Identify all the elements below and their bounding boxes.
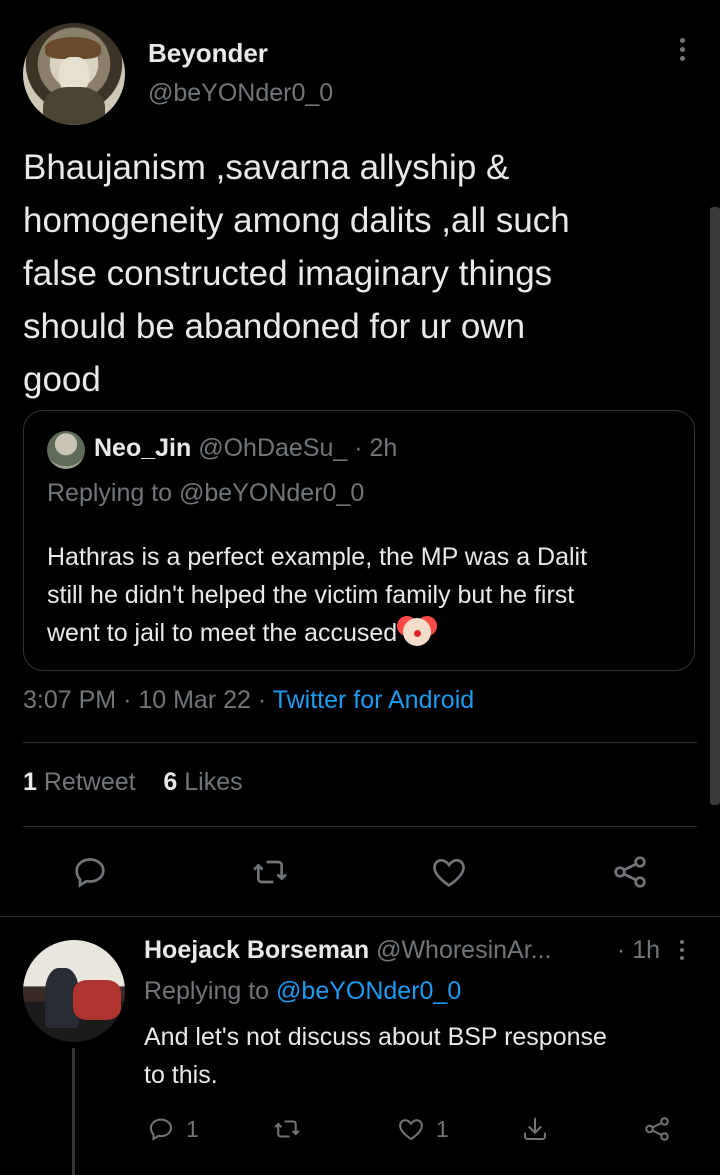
tweet-meta: 3:07 PM · 10 Mar 22 · Twitter for Androi… bbox=[23, 686, 474, 715]
quoted-tweet-header: Neo_Jin @OhDaeSu_ · 2h bbox=[94, 434, 397, 463]
separator-dot: · bbox=[354, 434, 363, 462]
quoted-author-name: Neo_Jin bbox=[94, 434, 192, 462]
tweet-time: 3:07 PM bbox=[23, 686, 117, 714]
reply-retweet-button[interactable] bbox=[272, 1113, 302, 1145]
divider bbox=[23, 826, 697, 827]
tweet-date: 10 Mar 22 bbox=[138, 686, 251, 714]
like-button[interactable] bbox=[429, 852, 469, 892]
engagement-stats: 1 Retweet 6 Likes bbox=[23, 768, 243, 797]
quoted-author-handle: @OhDaeSu_ bbox=[198, 434, 348, 462]
scrollbar[interactable] bbox=[710, 207, 720, 805]
reply-author-name[interactable]: Hoejack Borseman bbox=[144, 936, 369, 964]
quoted-tweet-age: 2h bbox=[369, 434, 398, 462]
share-icon bbox=[645, 1117, 669, 1141]
reply-bookmark-share-button[interactable] bbox=[520, 1113, 550, 1145]
tweet-source-link[interactable]: Twitter for Android bbox=[273, 686, 474, 714]
avatar-bike bbox=[73, 980, 121, 1020]
reply-header: Hoejack Borseman @WhoresinAr... bbox=[144, 936, 552, 965]
quoted-replying-to: Replying to @beYONder0_0 bbox=[47, 479, 365, 507]
reply-like-button[interactable]: 1 bbox=[396, 1113, 449, 1145]
separator-dot: · bbox=[123, 686, 132, 714]
reply-replying-to: Replying to @beYONder0_0 bbox=[144, 977, 462, 1005]
author-name[interactable]: Beyonder bbox=[148, 38, 268, 69]
thread-line bbox=[72, 1048, 75, 1175]
quoted-tweet-body: Hathras is a perfect example, the MP was… bbox=[47, 543, 588, 647]
reply-age: · 1h bbox=[617, 936, 661, 964]
reply-like-count: 1 bbox=[436, 1115, 449, 1142]
avatar-hat bbox=[45, 37, 101, 59]
reply-author-avatar[interactable] bbox=[23, 940, 125, 1042]
retweets-stat[interactable]: 1 Retweet bbox=[23, 768, 136, 796]
quoted-author-avatar bbox=[47, 431, 85, 469]
avatar-coat bbox=[43, 87, 105, 125]
heart-icon bbox=[433, 859, 465, 887]
clown-face-emoji-icon bbox=[403, 618, 432, 646]
reply-text: And let's not discuss about BSP response… bbox=[144, 1023, 607, 1089]
divider bbox=[23, 742, 697, 743]
reply-share-button[interactable] bbox=[642, 1113, 672, 1145]
retweet-icon bbox=[274, 1120, 300, 1138]
separator-dot: · bbox=[257, 686, 267, 714]
retweet-button[interactable] bbox=[250, 852, 290, 892]
likes-stat[interactable]: 6 Likes bbox=[163, 768, 242, 796]
quoted-tweet-text: Hathras is a perfect example, the MP was… bbox=[47, 538, 677, 652]
reply-button[interactable] bbox=[70, 852, 110, 892]
author-avatar[interactable] bbox=[23, 23, 125, 125]
tweet-text: Bhaujanism ,savarna allyship & homogenei… bbox=[23, 148, 570, 399]
author-handle[interactable]: @beYONder0_0 bbox=[148, 79, 333, 108]
heart-icon bbox=[399, 1119, 423, 1141]
reply-more-options-icon[interactable] bbox=[677, 940, 687, 968]
retweet-icon bbox=[253, 860, 287, 884]
share-icon bbox=[614, 856, 646, 888]
share-button[interactable] bbox=[610, 852, 650, 892]
more-options-icon[interactable] bbox=[676, 38, 688, 68]
reply-reply-count: 1 bbox=[186, 1115, 199, 1142]
download-share-icon bbox=[524, 1117, 546, 1140]
comment-icon bbox=[149, 1118, 173, 1141]
reply-reply-button[interactable]: 1 bbox=[146, 1113, 199, 1145]
reply-author-handle[interactable]: @WhoresinAr... bbox=[376, 936, 551, 964]
divider bbox=[0, 916, 720, 917]
replying-to-handle-link[interactable]: @beYONder0_0 bbox=[276, 977, 461, 1005]
comment-icon bbox=[75, 858, 105, 888]
